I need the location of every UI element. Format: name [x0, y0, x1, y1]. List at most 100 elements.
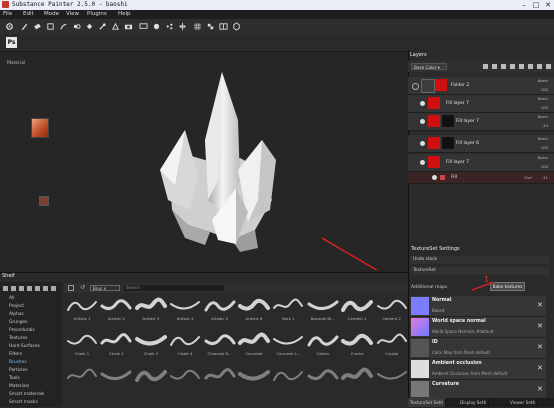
channel-select[interactable]: Base Color ▾ — [411, 63, 447, 70]
tab-viewer-settings[interactable]: Viewer Setti — [508, 398, 539, 407]
projection-icon[interactable] — [46, 22, 55, 31]
shelf-category[interactable]: Hard Surfaces — [9, 344, 40, 349]
layer-blend[interactable]: Norm — [538, 114, 548, 119]
layer-opacity[interactable]: 44 — [543, 123, 548, 128]
close-icon[interactable]: ✕ — [537, 301, 543, 309]
shelf-category[interactable]: All — [9, 296, 14, 301]
picker-icon[interactable] — [98, 22, 107, 31]
shelf-category[interactable]: Particles — [9, 368, 28, 373]
layer-row[interactable]: Fill layer 7 Norm 100 — [408, 154, 554, 172]
brush-item[interactable]: Artistic 2 — [98, 296, 134, 322]
tab-display-settings[interactable]: Display Setti — [458, 398, 490, 407]
undo-stack-row[interactable]: Undo stack — [410, 256, 550, 264]
display-icon[interactable] — [139, 22, 148, 31]
map-item[interactable]: ID Color Map from Mesh default ✕ — [410, 338, 546, 359]
render-icon[interactable] — [152, 22, 161, 31]
eye-icon[interactable] — [412, 83, 419, 90]
shelf-category[interactable]: Alphas — [9, 312, 24, 317]
brush-item[interactable]: Chalk 2 — [98, 331, 134, 357]
brush-item[interactable] — [236, 366, 272, 392]
layer-row[interactable]: Folder 2 Norm 100 — [408, 77, 554, 95]
menu-edit[interactable]: Edit — [23, 11, 34, 17]
texel-icon[interactable] — [206, 22, 215, 31]
close-icon[interactable]: ✕ — [537, 385, 543, 393]
brush-item[interactable]: Artistic 4 — [167, 296, 203, 322]
brush-item[interactable]: Cement 1 — [339, 296, 375, 322]
eye-icon[interactable] — [420, 101, 425, 106]
layer-opacity[interactable]: 100 — [541, 105, 548, 110]
eye-icon[interactable] — [420, 119, 425, 124]
shelf-category[interactable]: Smart materials — [9, 392, 44, 397]
category-filter-chip[interactable]: Brus × — [90, 285, 120, 291]
shelf-category[interactable]: Materials — [9, 384, 29, 389]
maximize-button[interactable]: □ — [530, 0, 542, 10]
brush-item[interactable]: Chalk 3 — [133, 331, 169, 357]
fill-icon[interactable] — [85, 22, 94, 31]
brush-item[interactable] — [64, 366, 100, 392]
filter-icon[interactable] — [68, 285, 74, 291]
share-icon[interactable] — [165, 22, 174, 31]
photoshop-export-icon[interactable]: Ps — [6, 37, 17, 48]
fill-effect-blend[interactable]: Ovrl — [524, 175, 532, 180]
material-swatch[interactable] — [31, 118, 49, 138]
brush-item[interactable]: Concrete L... — [270, 331, 306, 357]
fill-effect-opacity[interactable]: 41 — [543, 175, 548, 180]
map-item[interactable]: World space normal World Space Normals #… — [410, 317, 546, 338]
shelf-category[interactable]: Filters — [9, 352, 22, 357]
shelf-search-input[interactable]: Search — [124, 285, 224, 291]
brush-item[interactable]: Chalk 1 — [64, 331, 100, 357]
brush-item[interactable]: Charcoal B... — [202, 331, 238, 357]
close-icon[interactable]: ✕ — [537, 343, 543, 351]
clone-icon[interactable] — [72, 22, 81, 31]
brush-item[interactable] — [374, 366, 410, 392]
minimize-button[interactable]: – — [518, 0, 530, 10]
close-button[interactable]: ✕ — [542, 0, 554, 10]
camera-icon[interactable] — [124, 22, 133, 31]
smudge-icon[interactable] — [59, 22, 68, 31]
brush-icon[interactable] — [20, 22, 29, 31]
reset-icon[interactable]: ↺ — [80, 284, 85, 291]
menu-help[interactable]: Help — [118, 11, 131, 17]
shelf-category[interactable]: Textures — [9, 336, 27, 341]
brush-item[interactable]: Concrete — [236, 331, 272, 357]
shelf-category[interactable]: Grunges — [9, 320, 28, 325]
shelf-category[interactable]: Procedurals — [9, 328, 35, 333]
map-item[interactable]: Normal Baked ✕ — [410, 296, 546, 317]
eraser-icon[interactable] — [33, 22, 42, 31]
brush-item[interactable]: Artistic 6 — [236, 296, 272, 322]
menu-plugins[interactable]: Plugins — [87, 11, 107, 17]
textureset-row[interactable]: TextureSet — [410, 267, 550, 275]
brush-item[interactable]: Artistic 3 — [133, 296, 169, 322]
menu-view[interactable]: View — [66, 11, 79, 17]
camera-mode-icon[interactable] — [232, 22, 241, 31]
polygon-fill-icon[interactable] — [111, 22, 120, 31]
shelf-category[interactable]: Project — [9, 304, 24, 309]
brush-item[interactable]: Artistic 1 — [64, 296, 100, 322]
brush-item[interactable]: Bark 1 — [270, 296, 306, 322]
layer-opacity[interactable]: 100 — [541, 145, 548, 150]
eye-icon[interactable] — [432, 175, 437, 180]
layer-opacity[interactable]: 100 — [541, 87, 548, 92]
layer-opacity[interactable]: 100 — [541, 164, 548, 169]
brush-item[interactable]: Cracks — [339, 331, 375, 357]
shelf-category-selected[interactable]: Brushes — [9, 360, 27, 365]
material-swatch-small[interactable] — [39, 196, 49, 206]
layer-blend[interactable]: Norm — [538, 78, 548, 83]
view-mode-icon[interactable] — [219, 22, 228, 31]
brush-item[interactable]: Cement 2 — [374, 296, 410, 322]
shelf-category[interactable]: Tools — [9, 376, 20, 381]
map-item[interactable]: Curvature ✕ — [410, 380, 546, 399]
layer-blend[interactable]: Norm — [538, 136, 548, 141]
grid-icon[interactable] — [193, 22, 202, 31]
brush-item[interactable] — [202, 366, 238, 392]
shelf-category[interactable]: Smart masks — [9, 400, 38, 405]
brush-item[interactable]: Cotton — [305, 331, 341, 357]
gear-icon[interactable] — [5, 22, 14, 31]
brush-item[interactable]: Basmati Br... — [305, 296, 341, 322]
close-icon[interactable]: ✕ — [537, 322, 543, 330]
eye-icon[interactable] — [420, 141, 425, 146]
brush-item[interactable]: Artistic 5 — [202, 296, 238, 322]
tab-textureset-settings[interactable]: TextureSet Setti — [408, 398, 447, 407]
brush-item[interactable]: Chalk 4 — [167, 331, 203, 357]
layer-row[interactable]: Fill layer 7 Norm 44 — [408, 113, 554, 131]
